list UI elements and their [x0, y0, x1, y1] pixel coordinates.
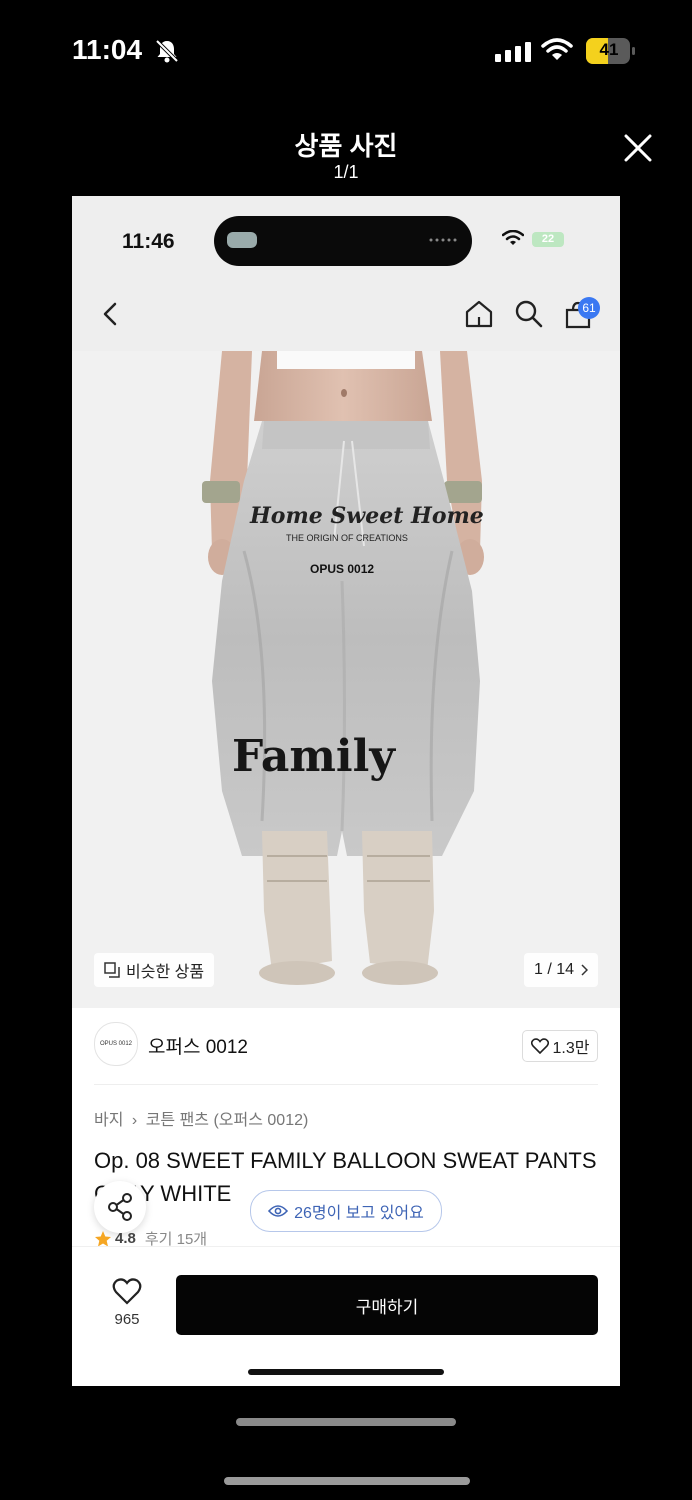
brand-name[interactable]: 오퍼스 0012	[148, 1032, 248, 1059]
rating-score: 4.8	[115, 1230, 136, 1247]
chevron-right-icon	[581, 964, 589, 976]
search-icon[interactable]	[514, 299, 544, 329]
battery-level: 41	[599, 40, 619, 59]
print-home-sweet-home: Home Sweet Home	[249, 503, 484, 529]
inner-home-indicator	[248, 1369, 444, 1375]
breadcrumb-subcategory[interactable]: 코튼 팬츠 (오퍼스 0012)	[146, 1112, 309, 1129]
inner-battery-level: 22	[541, 233, 555, 245]
island-activity-icon	[227, 232, 257, 248]
brand-like-button[interactable]: 1.3만	[522, 1030, 598, 1062]
inner-wifi-icon	[502, 230, 524, 245]
wishlist-heart-icon[interactable]	[112, 1277, 142, 1305]
bell-off-icon	[155, 39, 179, 63]
divider	[94, 1084, 598, 1085]
photo-scroll-indicator	[236, 1418, 456, 1426]
wishlist-count: 965	[114, 1311, 140, 1328]
share-icon	[108, 1193, 132, 1221]
live-viewers-text: 26명이 보고 있어요	[294, 1205, 424, 1222]
image-page-text: 1 / 14	[534, 961, 575, 978]
share-button[interactable]	[94, 1181, 146, 1233]
buy-button[interactable]: 구매하기	[176, 1275, 598, 1335]
heart-icon	[530, 1038, 549, 1054]
live-viewers-badge: 26명이 보고 있어요	[250, 1190, 442, 1232]
viewer-title: 상품 사진	[294, 131, 398, 161]
print-family: Family	[232, 731, 396, 782]
purchase-bar: 965 구매하기	[72, 1246, 620, 1386]
status-time: 11:04	[72, 34, 143, 65]
cart-count-badge: 61	[578, 297, 600, 319]
product-image[interactable]: Home Sweet Home THE ORIGIN OF CREATIONS …	[72, 351, 620, 1008]
similar-products-icon	[104, 962, 120, 978]
brand-logo[interactable]: OPUS 0012	[94, 1022, 138, 1066]
breadcrumb-separator-icon: ›	[131, 1112, 138, 1129]
home-indicator[interactable]	[224, 1477, 470, 1485]
star-icon	[95, 1230, 111, 1246]
image-page-indicator[interactable]: 1 / 14	[524, 953, 599, 987]
home-icon[interactable]	[464, 299, 494, 329]
print-origin: THE ORIGIN OF CREATIONS	[286, 533, 408, 543]
cellular-signal-icon	[495, 42, 531, 62]
island-dots-icon	[429, 238, 457, 242]
app-nav-bar	[72, 271, 620, 351]
breadcrumb: 바지 › 코튼 팬츠 (오퍼스 0012)	[94, 1106, 308, 1130]
close-icon[interactable]	[618, 128, 658, 168]
photo-counter: 1/1	[333, 162, 359, 182]
product-info: OPUS 0012 오퍼스 0012 1.3만 바지 › 코튼 팬츠 (오퍼스 …	[72, 1008, 620, 1386]
wifi-icon	[541, 38, 573, 60]
similar-products-label: 비슷한 상품	[126, 964, 205, 981]
back-arrow-icon[interactable]	[100, 301, 122, 327]
breadcrumb-category[interactable]: 바지	[94, 1112, 123, 1129]
product-photo[interactable]: 11:46 22 61 Home Sweet Home THE ORIGIN O…	[72, 196, 620, 1386]
dynamic-island	[214, 216, 472, 266]
similar-products-button[interactable]: 비슷한 상품	[94, 953, 215, 987]
brand-like-count: 1.3만	[552, 1040, 590, 1057]
print-opus: OPUS 0012	[310, 562, 374, 576]
inner-status-time: 11:46	[122, 230, 175, 253]
eye-icon	[268, 1205, 289, 1217]
